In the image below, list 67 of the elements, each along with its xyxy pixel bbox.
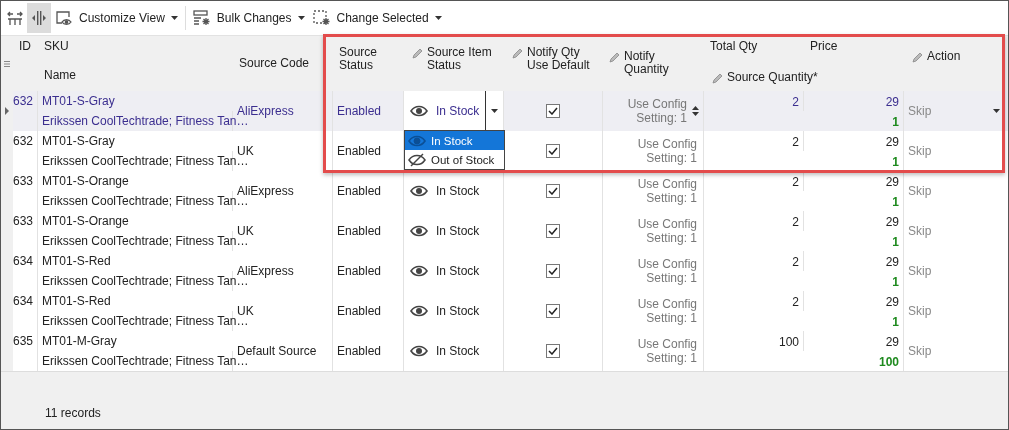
action-value: Skip bbox=[908, 144, 932, 158]
id-cell: 632 bbox=[12, 134, 33, 148]
notify-quantity: Use Config Setting: 1 bbox=[637, 337, 697, 365]
source-quantity: 1 bbox=[892, 155, 899, 169]
source-status: Enabled bbox=[337, 304, 382, 318]
id-cell: 633 bbox=[12, 214, 33, 228]
sku-cell: MT01-M-Gray bbox=[42, 334, 117, 348]
stock-status: In Stock bbox=[436, 304, 480, 318]
sku-cell: MT01-S-Red bbox=[42, 254, 111, 268]
sku-cell: MT01-S-Orange bbox=[42, 174, 129, 188]
id-cell: 634 bbox=[12, 294, 33, 308]
total-quantity: 2 bbox=[792, 175, 799, 189]
stock-status: In Stock bbox=[436, 344, 480, 358]
source-quantity: 100 bbox=[878, 355, 899, 369]
action-value: Skip bbox=[908, 184, 932, 198]
source-status: Enabled bbox=[337, 104, 382, 118]
stock-status: In Stock bbox=[436, 224, 480, 238]
product-name: Erikssen CoolTechtrade; Fitness Tan… bbox=[42, 354, 249, 368]
notify-quantity: Use Config Setting: 1 bbox=[637, 297, 697, 325]
id-cell: 633 bbox=[12, 174, 33, 188]
total-quantity: 2 bbox=[792, 295, 799, 309]
product-name: Erikssen CoolTechtrade; Fitness Tan… bbox=[42, 314, 249, 328]
notify-quantity: Use Config Setting: 1 bbox=[637, 177, 697, 205]
sku-cell: MT01-S-Gray bbox=[42, 134, 115, 148]
id-cell: 632 bbox=[12, 94, 33, 108]
price-value: 29 bbox=[885, 255, 899, 269]
total-quantity: 2 bbox=[792, 95, 799, 109]
record-count: 11 records bbox=[45, 406, 101, 420]
source-status: Enabled bbox=[337, 184, 382, 198]
stock-status: In Stock bbox=[436, 184, 480, 198]
price-value: 29 bbox=[885, 175, 899, 189]
notify-quantity: Use Config Setting: 1 bbox=[637, 137, 697, 165]
source-status: Enabled bbox=[337, 144, 382, 158]
source-status: Enabled bbox=[337, 344, 382, 358]
product-name: Erikssen CoolTechtrade; Fitness Tan… bbox=[42, 194, 249, 208]
source-quantity: 1 bbox=[892, 275, 899, 289]
price-value: 29 bbox=[885, 95, 899, 109]
action-value: Skip bbox=[908, 264, 932, 278]
price-value: 29 bbox=[885, 215, 899, 229]
product-name: Erikssen CoolTechtrade; Fitness Tan… bbox=[42, 154, 249, 168]
action-value: Skip bbox=[908, 224, 932, 238]
total-quantity: 2 bbox=[792, 255, 799, 269]
source-quantity: 1 bbox=[892, 195, 899, 209]
id-cell: 635 bbox=[12, 334, 33, 348]
total-quantity: 2 bbox=[792, 215, 799, 229]
source-quantity: 1 bbox=[892, 235, 899, 249]
total-quantity: 100 bbox=[778, 335, 799, 349]
sku-cell: MT01-S-Orange bbox=[42, 214, 129, 228]
price-value: 29 bbox=[885, 295, 899, 309]
notify-quantity: Use Config Setting: 1 bbox=[637, 257, 697, 285]
product-name: Erikssen CoolTechtrade; Fitness Tan… bbox=[42, 114, 249, 128]
action-value: Skip bbox=[908, 344, 932, 358]
total-quantity: 2 bbox=[792, 135, 799, 149]
action-value: Skip bbox=[908, 304, 932, 318]
source-status: Enabled bbox=[337, 224, 382, 238]
source-status: Enabled bbox=[337, 264, 382, 278]
source-quantity: 1 bbox=[892, 315, 899, 329]
product-name: Erikssen CoolTechtrade; Fitness Tan… bbox=[42, 234, 249, 248]
id-cell: 634 bbox=[12, 254, 33, 268]
sku-cell: MT01-S-Red bbox=[42, 294, 111, 308]
price-value: 29 bbox=[885, 135, 899, 149]
notify-quantity: Use Config Setting: 1 bbox=[637, 217, 697, 245]
price-value: 29 bbox=[885, 335, 899, 349]
product-name: Erikssen CoolTechtrade; Fitness Tan… bbox=[42, 274, 249, 288]
stock-status: In Stock bbox=[436, 264, 480, 278]
sku-cell: MT01-S-Gray bbox=[42, 94, 115, 108]
source-quantity: 1 bbox=[892, 115, 899, 129]
